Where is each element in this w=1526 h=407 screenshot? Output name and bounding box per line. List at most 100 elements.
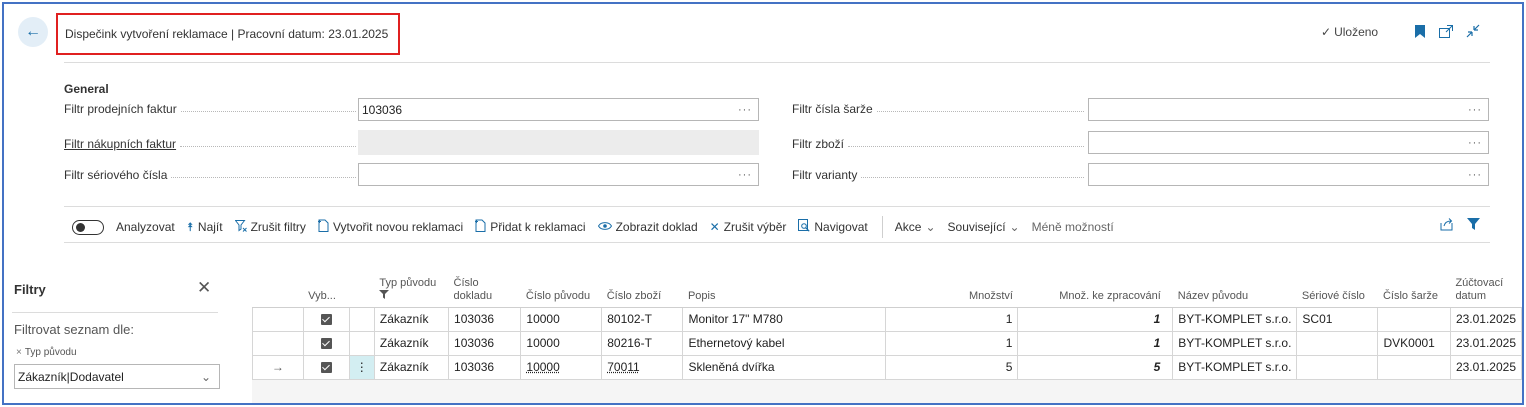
arrow-left-icon: ←	[25, 23, 41, 40]
analyze-toggle[interactable]: Analyzovat	[72, 219, 175, 235]
share-icon[interactable]	[1440, 218, 1454, 234]
col-posting-date[interactable]: Zúčtovací datum	[1450, 266, 1522, 308]
back-button[interactable]: ←	[18, 17, 48, 47]
cell-qty-to-process[interactable]: 1	[1017, 306, 1174, 332]
serial-filter-input[interactable]: ···	[358, 163, 759, 186]
toggle-switch-icon	[72, 219, 104, 235]
bookmark-icon[interactable]	[1412, 23, 1428, 39]
cell-item-no[interactable]: 70011	[601, 354, 684, 380]
toolbar-separator	[881, 216, 883, 238]
cell-description[interactable]: Ethernetový kabel	[682, 330, 887, 356]
section-title-general: General	[64, 82, 109, 96]
col-description[interactable]: Popis	[682, 266, 886, 308]
cell-doc-no[interactable]: 103036	[448, 354, 522, 380]
item-filter-input[interactable]: ···	[1088, 131, 1489, 154]
col-qty[interactable]: Množství	[885, 266, 1018, 308]
show-document-button[interactable]: Zobrazit doklad	[597, 220, 698, 234]
cell-serial-no[interactable]: SC01	[1296, 306, 1379, 332]
add-to-claim-button[interactable]: Přidat k reklamaci	[475, 219, 586, 235]
col-origin-no[interactable]: Číslo původu	[520, 266, 602, 308]
cancel-selection-button[interactable]: ✕ Zrušit výběr	[710, 220, 787, 234]
origin-type-filter-select[interactable]: Zákazník|Dodavatel ⌄	[14, 364, 220, 389]
row-select-checkbox[interactable]	[302, 330, 350, 356]
cell-serial-no[interactable]	[1296, 330, 1379, 356]
table-row-selected[interactable]: → ⋮ Zákazník 103036 10000 70011 Skleněná…	[252, 354, 1522, 380]
find-button[interactable]: ⯭ Najít	[187, 220, 223, 235]
cell-doc-no[interactable]: 103036	[448, 330, 522, 356]
cell-qty[interactable]: 1	[885, 306, 1019, 332]
lookup-ellipsis-icon[interactable]: ···	[1468, 104, 1482, 116]
cell-lot-no[interactable]: DVK0001	[1377, 330, 1451, 356]
row-menu-icon[interactable]: ⋮	[348, 354, 375, 380]
cell-qty[interactable]: 5	[885, 354, 1019, 380]
cell-qty-to-process[interactable]: 5	[1017, 354, 1174, 380]
field-label-lot-filter: Filtr čísla šarže	[792, 100, 1084, 118]
cell-description[interactable]: Monitor 17" M780	[682, 306, 887, 332]
cell-origin-no[interactable]: 10000	[520, 354, 603, 380]
cell-origin-name[interactable]: BYT-KOMPLET s.r.o.	[1172, 306, 1298, 332]
field-label-purchase-invoice-filter[interactable]: Filtr nákupních faktur	[64, 135, 356, 153]
actions-menu[interactable]: Akce ⌄	[895, 220, 936, 234]
lookup-ellipsis-icon[interactable]: ···	[1468, 137, 1482, 149]
table-header-row: Vyb... Typ původu Číslo dokladu Číslo pů…	[252, 266, 1522, 308]
row-indicator	[252, 306, 304, 332]
cell-origin-name[interactable]: BYT-KOMPLET s.r.o.	[1172, 330, 1298, 356]
cell-posting-date[interactable]: 23.01.2025	[1449, 330, 1522, 356]
close-icon: ✕	[709, 220, 720, 234]
cell-lot-no[interactable]	[1377, 306, 1451, 332]
cell-item-no[interactable]: 80216-T	[601, 330, 684, 356]
purchase-invoice-filter-input	[358, 130, 759, 155]
col-qty-to-process[interactable]: Množ. ke zpracování	[1017, 266, 1173, 308]
lot-filter-input[interactable]: ···	[1088, 98, 1489, 121]
cell-description[interactable]: Skleněná dvířka	[682, 354, 887, 380]
table-row[interactable]: Zákazník 103036 10000 80216-T Ethernetov…	[252, 330, 1522, 356]
clear-filters-button[interactable]: Zrušit filtry	[234, 219, 306, 235]
col-item-no[interactable]: Číslo zboží	[601, 266, 683, 308]
cell-origin-no[interactable]: 10000	[520, 330, 603, 356]
col-serial-no[interactable]: Sériové číslo	[1296, 266, 1378, 308]
cell-serial-no[interactable]	[1296, 354, 1379, 380]
row-select-checkbox[interactable]	[302, 354, 350, 380]
col-indicator	[252, 266, 304, 308]
col-origin-name[interactable]: Název původu	[1172, 266, 1297, 308]
variant-filter-input[interactable]: ···	[1088, 163, 1489, 186]
cell-posting-date[interactable]: 23.01.2025	[1449, 354, 1522, 380]
lookup-ellipsis-icon[interactable]: ···	[1468, 169, 1482, 181]
field-label-item-filter: Filtr zboží	[792, 135, 1084, 153]
cell-qty[interactable]: 1	[885, 330, 1019, 356]
col-select[interactable]: Vyb...	[303, 266, 350, 308]
cell-posting-date[interactable]: 23.01.2025	[1449, 306, 1522, 332]
sales-invoice-filter-input[interactable]: 103036 ···	[358, 98, 759, 121]
close-filter-pane-icon[interactable]: ✕	[197, 278, 211, 298]
cell-origin-name[interactable]: BYT-KOMPLET s.r.o.	[1172, 354, 1298, 380]
col-origin-type[interactable]: Typ původu	[374, 266, 449, 308]
checkbox-checked-icon	[320, 338, 332, 350]
cell-origin-type[interactable]: Zákazník	[373, 354, 450, 380]
collapse-icon[interactable]	[1465, 23, 1481, 39]
related-menu[interactable]: Související ⌄	[948, 220, 1020, 234]
saved-status: ✓ Uloženo	[1321, 25, 1379, 39]
cell-origin-type[interactable]: Zákazník	[373, 306, 450, 332]
fewer-options-button[interactable]: Méně možností	[1032, 220, 1114, 234]
col-doc-no[interactable]: Číslo dokladu	[448, 266, 521, 308]
lookup-ellipsis-icon[interactable]: ···	[738, 169, 752, 181]
cell-lot-no[interactable]	[1377, 354, 1451, 380]
cell-origin-type[interactable]: Zákazník	[373, 330, 450, 356]
table-row[interactable]: Zákazník 103036 10000 80102-T Monitor 17…	[252, 306, 1522, 332]
cell-item-no[interactable]: 80102-T	[601, 306, 684, 332]
remove-filter-icon[interactable]: ×	[16, 347, 22, 358]
navigate-button[interactable]: Navigovat	[798, 219, 868, 235]
chevron-down-icon: ⌄	[925, 220, 936, 234]
create-new-claim-button[interactable]: Vytvořit novou reklamaci	[317, 219, 463, 235]
cell-doc-no[interactable]: 103036	[448, 306, 522, 332]
new-document-icon	[317, 219, 329, 235]
checkbox-checked-icon	[320, 314, 332, 326]
cell-qty-to-process[interactable]: 1	[1017, 330, 1174, 356]
cell-origin-no[interactable]: 10000	[520, 306, 603, 332]
lookup-ellipsis-icon[interactable]: ···	[738, 104, 752, 116]
open-new-window-icon[interactable]	[1438, 23, 1454, 39]
filter-icon[interactable]	[1467, 218, 1480, 234]
col-lot-no[interactable]: Číslo šarže	[1377, 266, 1451, 308]
row-select-checkbox[interactable]	[302, 306, 350, 332]
chevron-down-icon: ⌄	[200, 369, 211, 384]
